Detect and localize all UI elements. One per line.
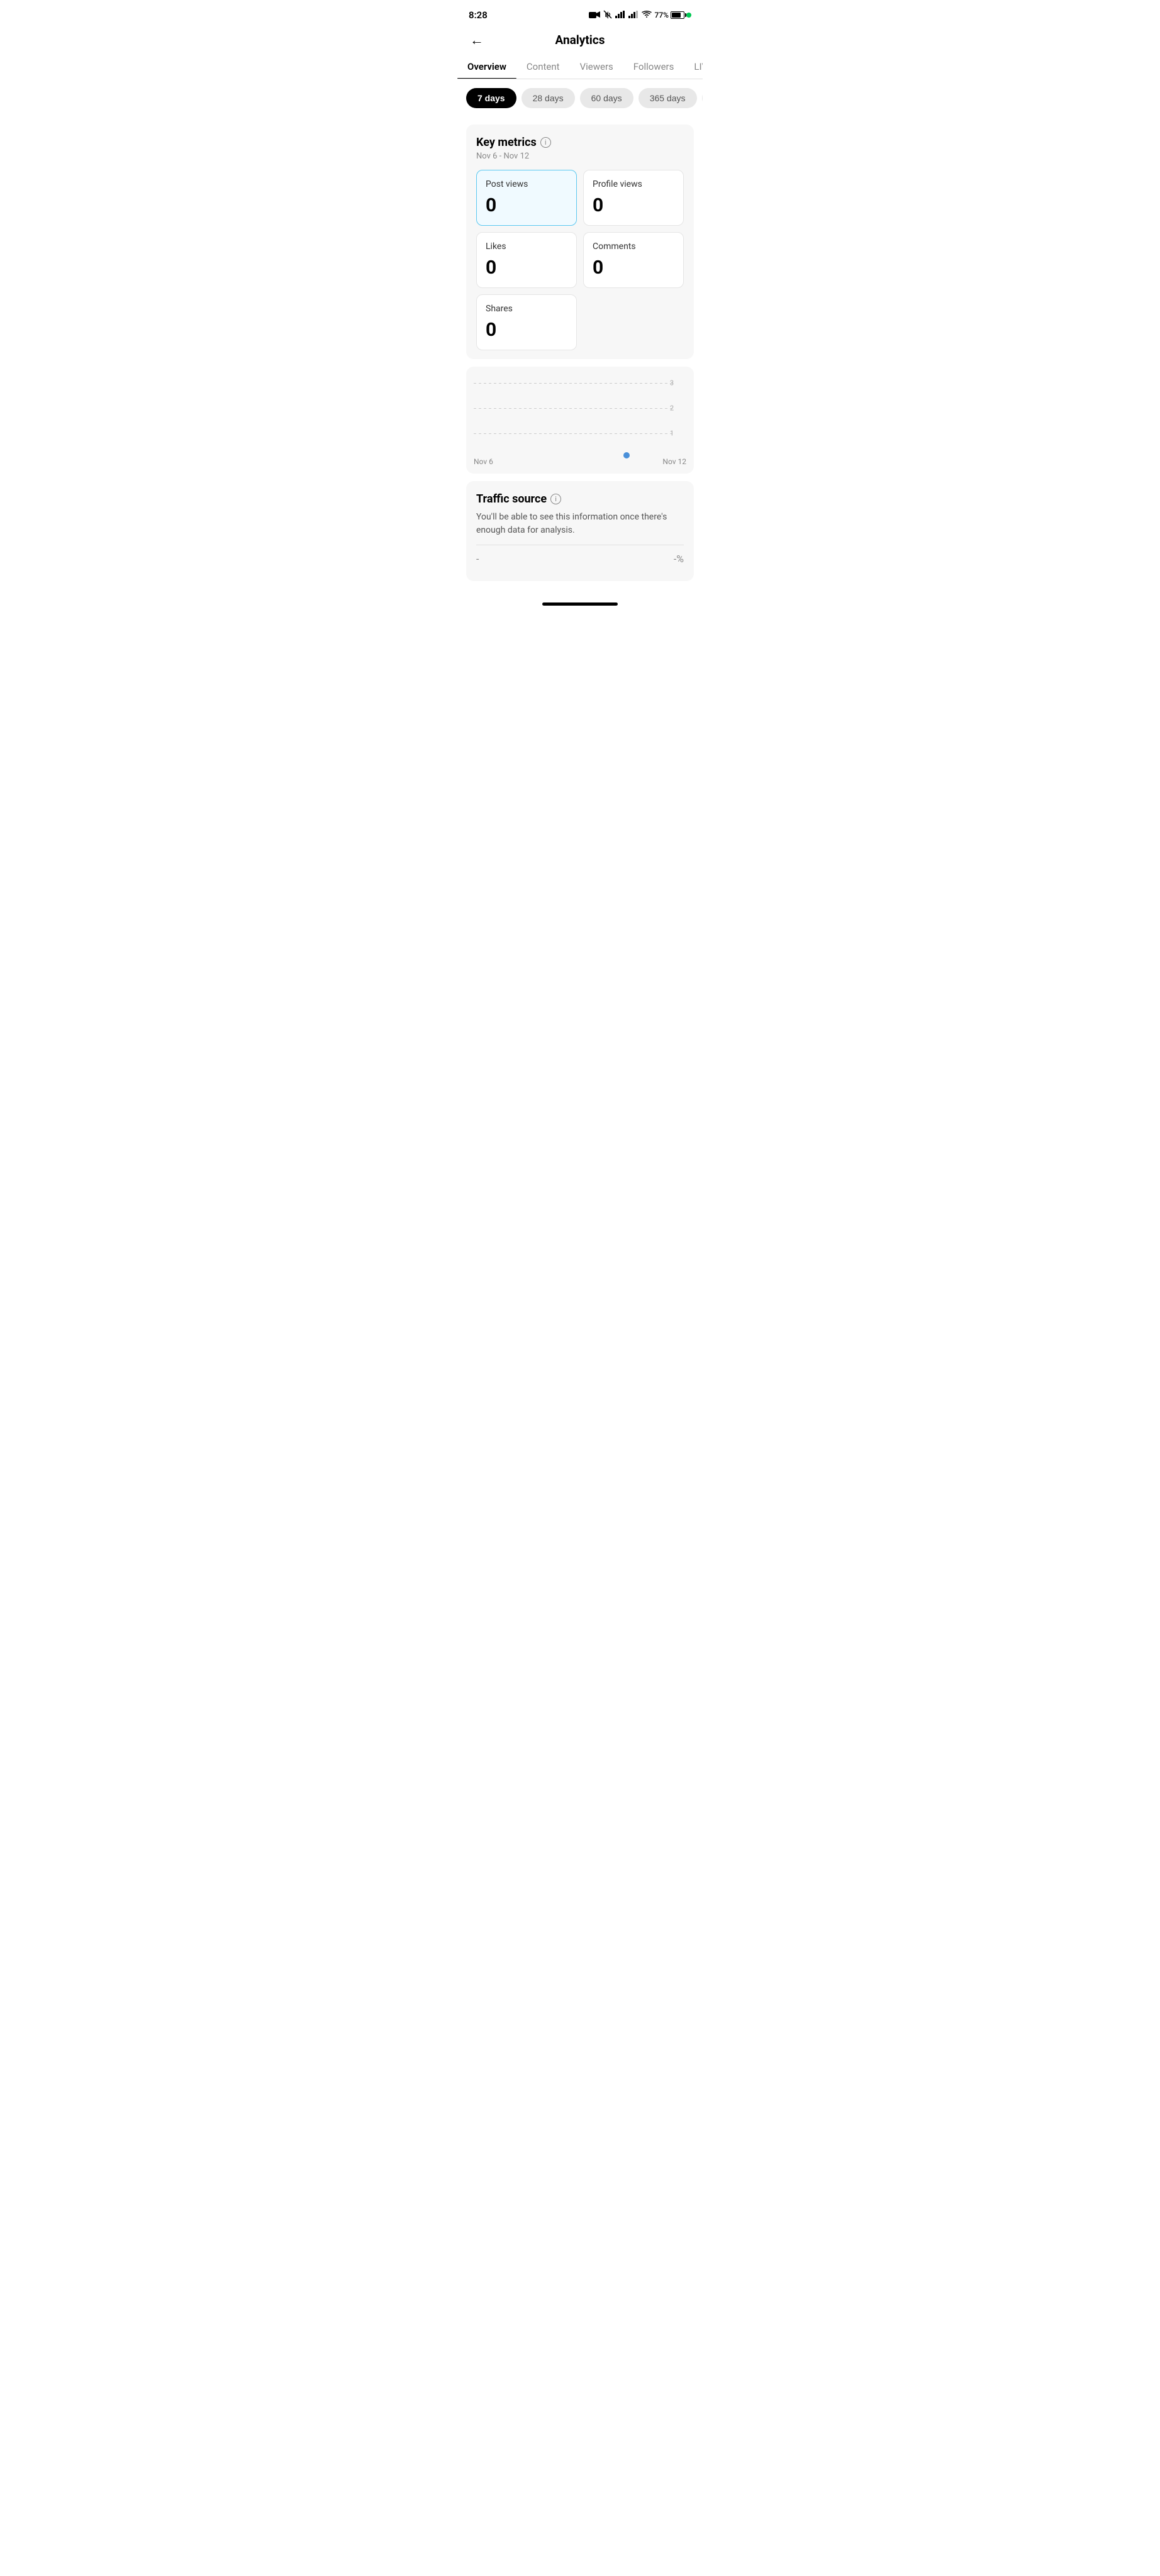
metric-card-placeholder bbox=[583, 294, 684, 350]
metric-label-shares: Shares bbox=[486, 304, 567, 314]
mute-icon bbox=[603, 10, 612, 21]
key-metrics-subtitle: Nov 6 - Nov 12 bbox=[476, 152, 684, 161]
main-content: Key metrics i Nov 6 - Nov 12 Post views … bbox=[457, 117, 703, 596]
key-metrics-info-icon[interactable]: i bbox=[540, 137, 551, 148]
metric-card-likes[interactable]: Likes 0 bbox=[476, 232, 577, 288]
period-custom[interactable]: Cu... bbox=[702, 88, 703, 108]
chart-y-label-3: 3 bbox=[670, 379, 674, 387]
metric-card-comments[interactable]: Comments 0 bbox=[583, 232, 684, 288]
traffic-source-info-icon[interactable]: i bbox=[550, 494, 561, 504]
period-365days[interactable]: 365 days bbox=[639, 88, 697, 108]
tab-viewers[interactable]: Viewers bbox=[570, 55, 623, 79]
key-metrics-section: Key metrics i Nov 6 - Nov 12 Post views … bbox=[466, 125, 694, 359]
page-header: ← Analytics bbox=[457, 28, 703, 55]
traffic-source-title: Traffic source i bbox=[476, 492, 684, 506]
metric-value-likes: 0 bbox=[486, 257, 567, 279]
chart-area: 3 2 1 bbox=[474, 377, 686, 452]
battery-fill bbox=[672, 13, 681, 18]
home-bar bbox=[542, 602, 618, 606]
metric-card-profile-views[interactable]: Profile views 0 bbox=[583, 170, 684, 226]
chart-y-label-2: 2 bbox=[670, 404, 674, 413]
period-60days[interactable]: 60 days bbox=[580, 88, 633, 108]
status-time: 8:28 bbox=[469, 9, 488, 21]
battery-icon bbox=[671, 11, 684, 19]
wifi-icon bbox=[642, 11, 652, 20]
tab-live[interactable]: LIVE bbox=[684, 55, 703, 79]
tab-overview[interactable]: Overview bbox=[457, 55, 516, 79]
period-28days[interactable]: 28 days bbox=[521, 88, 575, 108]
status-bar: 8:28 bbox=[457, 0, 703, 28]
signal-icon-1 bbox=[615, 11, 625, 20]
metric-label-comments: Comments bbox=[593, 242, 674, 252]
back-button[interactable]: ← bbox=[467, 30, 486, 51]
metric-label-profile-views: Profile views bbox=[593, 179, 674, 189]
tab-followers[interactable]: Followers bbox=[623, 55, 684, 79]
chart-line-3: 3 bbox=[474, 383, 674, 384]
metrics-grid-middle: Likes 0 Comments 0 bbox=[476, 232, 684, 288]
metric-card-shares[interactable]: Shares 0 bbox=[476, 294, 577, 350]
metric-card-post-views[interactable]: Post views 0 bbox=[476, 170, 577, 226]
tab-navigation: Overview Content Viewers Followers LIVE bbox=[457, 55, 703, 79]
metric-label-post-views: Post views bbox=[486, 179, 567, 189]
chart-line-1: 1 bbox=[474, 433, 674, 434]
chart-section: 3 2 1 Nov 6 Nov 12 bbox=[466, 367, 694, 474]
metrics-grid-bottom: Shares 0 bbox=[476, 294, 684, 350]
battery-percent: 77% bbox=[655, 11, 669, 19]
period-filter: 7 days 28 days 60 days 365 days Cu... bbox=[457, 79, 703, 117]
traffic-table-row: - -% bbox=[476, 545, 684, 572]
page-title: Analytics bbox=[555, 33, 605, 47]
key-metrics-title: Key metrics i bbox=[476, 136, 684, 149]
chart-x-start: Nov 6 bbox=[474, 457, 493, 466]
traffic-source-body: You'll be able to see this information o… bbox=[476, 511, 684, 537]
chart-x-axis: Nov 6 Nov 12 bbox=[474, 457, 686, 469]
period-7days[interactable]: 7 days bbox=[466, 88, 516, 108]
battery-container: 77% bbox=[655, 11, 691, 19]
metric-value-post-views: 0 bbox=[486, 194, 567, 216]
traffic-source-section: Traffic source i You'll be able to see t… bbox=[466, 481, 694, 581]
metric-value-shares: 0 bbox=[486, 319, 567, 341]
metric-value-comments: 0 bbox=[593, 257, 674, 279]
chart-dot-marker bbox=[623, 452, 630, 458]
traffic-left-dash: - bbox=[476, 553, 479, 565]
home-indicator bbox=[457, 596, 703, 609]
chart-x-end: Nov 12 bbox=[662, 457, 686, 466]
metric-value-profile-views: 0 bbox=[593, 194, 674, 216]
status-icons: 77% bbox=[589, 10, 691, 21]
green-dot bbox=[686, 13, 691, 18]
metrics-grid-top: Post views 0 Profile views 0 bbox=[476, 170, 684, 226]
chart-y-label-1: 1 bbox=[670, 430, 674, 438]
signal-icon-2 bbox=[628, 11, 639, 20]
metric-label-likes: Likes bbox=[486, 242, 567, 252]
chart-line-2: 2 bbox=[474, 408, 674, 409]
traffic-right-percent: -% bbox=[674, 553, 684, 565]
tab-content[interactable]: Content bbox=[516, 55, 570, 79]
camera-icon bbox=[589, 10, 600, 21]
